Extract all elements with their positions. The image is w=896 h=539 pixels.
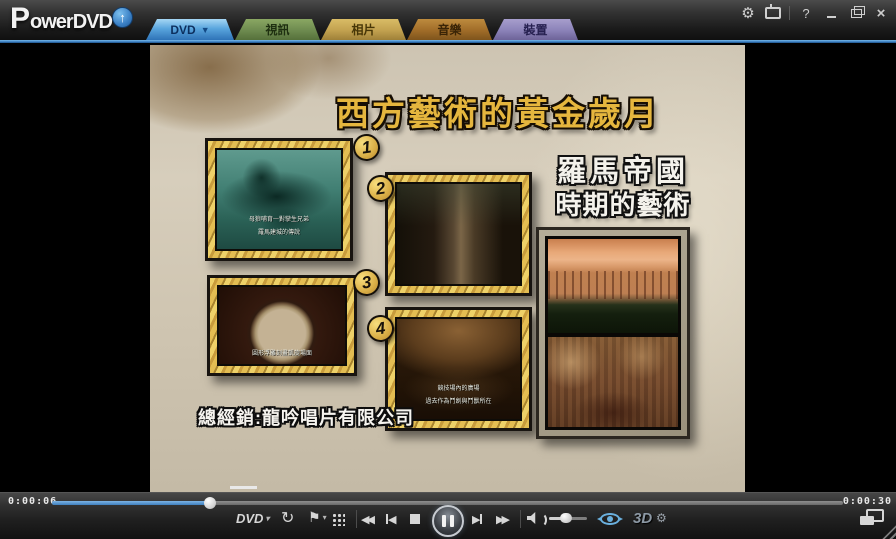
video-display-area: 西方藝術的黃金歲月 羅馬帝國 時期的藝術 母狼哺育一對孿生兄弟 羅馬建城的傳說 … — [0, 43, 896, 492]
volume-thumb[interactable] — [560, 513, 572, 523]
distributor-text: 總經銷:龍吟唱片有限公司 — [198, 404, 414, 430]
repeat-icon[interactable]: ↻ — [281, 508, 294, 528]
menu-heading: 羅馬帝國 時期的藝術 — [548, 155, 698, 221]
minimize-button[interactable] — [822, 5, 840, 21]
chapter-2-thumbnail[interactable] — [385, 172, 532, 296]
logo-text: P — [10, 2, 30, 35]
tab-music[interactable]: 音樂 — [407, 19, 492, 40]
tab-dvd[interactable]: DVD ▼ — [146, 19, 234, 40]
chapter-1-badge: 1 — [351, 132, 381, 162]
tv-mode-icon[interactable] — [764, 5, 782, 21]
fast-forward-button[interactable]: ▶▶ — [496, 513, 507, 526]
chevron-down-icon: ▼ — [201, 25, 210, 35]
tab-photo[interactable]: 相片 — [321, 19, 406, 40]
divider — [520, 510, 521, 528]
stop-button[interactable] — [410, 514, 420, 524]
previous-button[interactable]: ◀ — [386, 513, 396, 526]
tab-dvd-label: DVD — [170, 23, 195, 37]
upgrade-icon[interactable]: ↑ — [112, 7, 133, 28]
settings-gear-icon[interactable]: ⚙ — [739, 5, 757, 21]
chevron-down-icon: ▾ — [323, 513, 327, 522]
colosseum-exterior-image — [548, 239, 678, 333]
chapter-3-caption: 圓形浮雕刻畫凱旋場面 — [219, 350, 345, 363]
grid-menu-icon[interactable] — [332, 513, 345, 526]
speaker-icon[interactable] — [527, 512, 544, 524]
window-controls: ⚙ ? × — [739, 5, 890, 21]
triumph-painting-image — [548, 337, 678, 427]
resize-grip[interactable] — [882, 525, 896, 539]
chapter-1-caption: 母狼哺育一對孿生兄弟 羅馬建城的傳說 — [217, 216, 341, 241]
seek-fill — [52, 501, 210, 505]
help-button[interactable]: ? — [797, 5, 815, 21]
menu-artifact-dash — [230, 486, 257, 489]
bookmark-icon[interactable]: ⚑▾ — [308, 509, 327, 526]
restore-button[interactable] — [847, 5, 865, 21]
volume-fill — [549, 517, 566, 520]
statue-image — [395, 182, 522, 286]
display-mode-icon[interactable] — [860, 509, 884, 525]
rewind-button[interactable]: ◀◀ — [361, 513, 372, 526]
colosseum-interior-image: 競技場內的廣場 過去作為鬥劍與鬥獸所在 — [395, 317, 522, 421]
pause-button[interactable] — [432, 505, 464, 537]
dvd-menu-button[interactable]: DVD▾ — [236, 511, 269, 526]
powerdvd-logo: PowerDVD — [10, 2, 112, 36]
truetheater-eye-icon[interactable] — [597, 512, 623, 526]
3d-mode-button[interactable]: 3D — [633, 510, 652, 527]
powerdvd-window: PowerDVD ↑ DVD ▼ 視訊 相片 音樂 裝置 ⚙ ? × 西方藝術的… — [0, 0, 896, 539]
elapsed-time: 0:00:06 — [8, 496, 57, 507]
divider — [356, 510, 357, 528]
3d-settings-gear-icon[interactable]: ⚙ — [656, 511, 667, 525]
chapter-3-thumbnail[interactable]: 圓形浮雕刻畫凱旋場面 — [207, 275, 357, 376]
tab-video[interactable]: 視訊 — [235, 19, 320, 40]
relief-medallion-image: 圓形浮雕刻畫凱旋場面 — [217, 285, 347, 366]
mode-tabs: DVD ▼ 視訊 相片 音樂 裝置 — [146, 19, 579, 40]
next-button[interactable]: ▶ — [472, 513, 482, 526]
title-bar: PowerDVD ↑ DVD ▼ 視訊 相片 音樂 裝置 ⚙ ? × — [0, 0, 896, 40]
preview-panel[interactable] — [536, 227, 690, 439]
volume-slider[interactable] — [549, 517, 587, 520]
tab-device[interactable]: 裝置 — [493, 19, 578, 40]
wolf-statue-image: 母狼哺育一對孿生兄弟 羅馬建城的傳說 — [215, 148, 343, 251]
close-button[interactable]: × — [872, 5, 890, 21]
chapter-1-thumbnail[interactable]: 母狼哺育一對孿生兄弟 羅馬建城的傳說 — [205, 138, 353, 261]
chapter-4-caption: 競技場內的廣場 過去作為鬥劍與鬥獸所在 — [397, 385, 520, 410]
dvd-menu-frame: 西方藝術的黃金歲月 羅馬帝國 時期的藝術 母狼哺育一對孿生兄弟 羅馬建城的傳說 … — [150, 45, 745, 492]
seek-thumb[interactable] — [204, 497, 216, 509]
total-time: 0:00:30 — [843, 496, 892, 507]
chevron-down-icon: ▾ — [265, 514, 269, 523]
menu-title: 西方藝術的黃金歲月 — [336, 87, 660, 135]
playback-control-bar: 0:00:06 0:00:30 DVD▾ ↻ ⚑▾ ◀◀ ◀ ▶ ▶▶ 3D ⚙ — [0, 492, 896, 539]
divider — [789, 6, 790, 20]
